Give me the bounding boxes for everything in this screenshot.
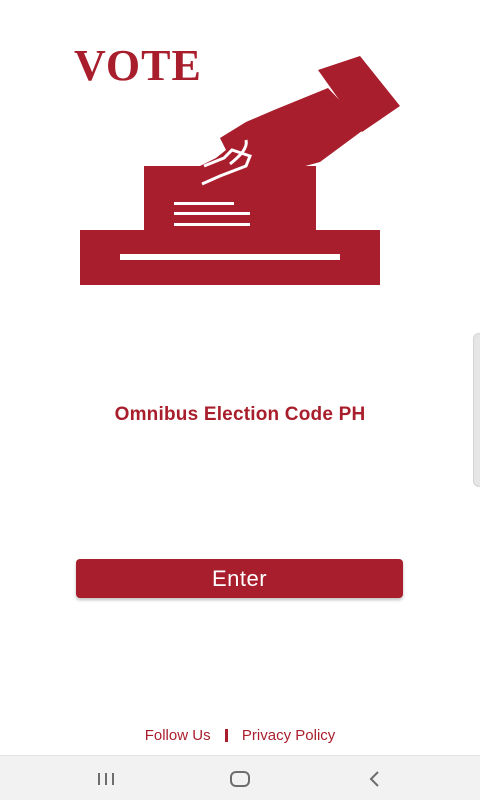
back-icon [369, 770, 379, 787]
footer-links: Follow Us Privacy Policy [0, 726, 480, 744]
back-button[interactable] [345, 756, 405, 800]
vote-logo-word: VOTE [74, 41, 202, 90]
footer-separator [224, 728, 228, 742]
system-nav-bar [0, 755, 480, 800]
enter-button[interactable]: Enter [76, 559, 403, 598]
recent-apps-button[interactable] [76, 756, 136, 800]
recent-apps-icon [98, 772, 114, 785]
screen: VOTE Omnibus Election Code PH Enter Foll… [0, 0, 480, 800]
privacy-policy-link[interactable]: Privacy Policy [242, 727, 335, 744]
home-button[interactable] [210, 756, 270, 800]
follow-us-link[interactable]: Follow Us [145, 727, 211, 744]
app-title: Omnibus Election Code PH [114, 404, 366, 425]
vote-logo: VOTE [70, 40, 410, 290]
home-icon [230, 770, 250, 787]
edge-panel-handle[interactable] [473, 333, 480, 487]
